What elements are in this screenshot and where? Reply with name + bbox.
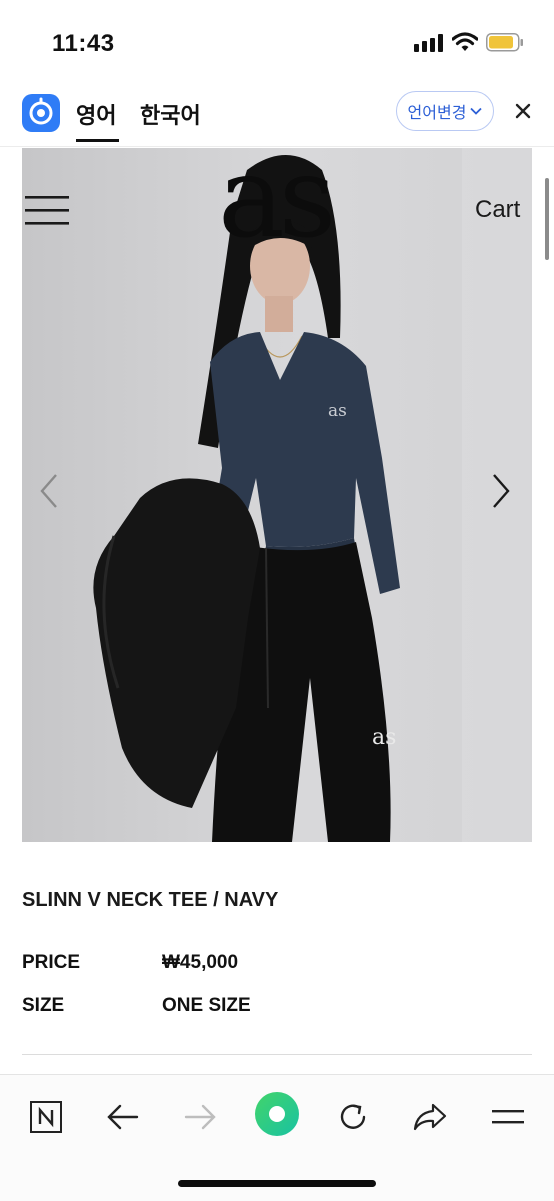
status-time: 11:43 [52,30,115,57]
status-bar: 11:43 [0,0,554,80]
tab-korean[interactable]: 한국어 [140,98,201,130]
chevron-right-icon[interactable] [490,472,512,510]
brand-logo[interactable]: as [218,148,336,254]
battery-icon [486,33,523,52]
language-change-label: 언어변경 [407,105,467,122]
green-dot-icon[interactable] [254,1091,300,1137]
chevron-left-icon[interactable] [38,472,60,510]
wifi-icon [452,32,478,51]
divider [22,1054,532,1055]
papago-logo-icon [22,94,60,132]
share-icon[interactable] [410,1097,450,1137]
back-arrow-icon[interactable] [103,1097,143,1137]
cart-link[interactable]: Cart [475,196,520,224]
pants-logo: as [372,725,396,750]
product-name: SLINN V NECK TEE / NAVY [22,889,279,911]
translate-bar: 영어 한국어 언어변경 [0,80,554,147]
cellular-signal-icon [414,34,443,52]
size-label: SIZE [22,995,65,1016]
product-photo[interactable]: as as as Cart [22,148,532,842]
naver-home-icon[interactable] [26,1097,66,1137]
close-icon[interactable] [512,100,534,122]
language-change-button[interactable]: 언어변경 [396,91,494,131]
forward-arrow-icon[interactable] [180,1097,220,1137]
price-value: ₩45,000 [162,952,239,973]
menu-icon[interactable] [25,194,69,228]
scroll-indicator[interactable] [545,178,549,260]
menu-icon[interactable] [488,1097,528,1137]
price-label: PRICE [22,952,81,973]
tab-english[interactable]: 영어 [76,98,121,142]
home-indicator[interactable] [178,1180,376,1187]
size-value: ONE SIZE [162,995,251,1016]
refresh-icon[interactable] [333,1097,373,1137]
chevron-down-icon [470,107,483,115]
shirt-logo: as [328,401,347,421]
